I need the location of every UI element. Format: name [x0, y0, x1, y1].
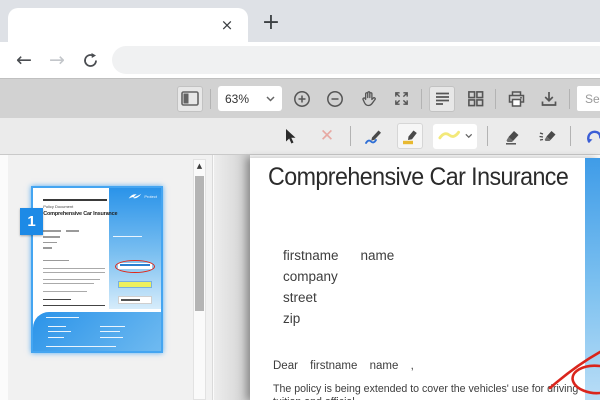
- continuous-view-button[interactable]: [429, 85, 455, 112]
- address-bar[interactable]: [112, 46, 600, 74]
- delete-annotation-icon: ✕: [319, 126, 335, 146]
- eraser-tool-icon[interactable]: [498, 123, 524, 149]
- page-thumbnail[interactable]: Protect Policy Document Comprehensive Ca…: [31, 186, 163, 353]
- chevron-down-icon: [266, 95, 275, 102]
- thumb-amount-field: [117, 296, 153, 304]
- browser-window: × + ← → 63% Search... ✕ Protect Policy D…: [0, 0, 600, 400]
- thumb-doc-label: Policy Document: [43, 204, 74, 210]
- scrollbar-thumb[interactable]: [195, 176, 204, 311]
- address-street: street: [283, 290, 317, 305]
- thumbnail-scrollbar[interactable]: ▲: [193, 159, 206, 400]
- logo-bird-icon: [129, 193, 142, 199]
- body-line1: The policy is being extended to cover th…: [273, 383, 579, 400]
- thumb-footer-band: [33, 311, 161, 351]
- red-circle-annotation: [548, 350, 600, 395]
- toolbar-divider: [210, 88, 211, 109]
- forward-icon: →: [49, 49, 65, 71]
- print-icon[interactable]: [503, 86, 529, 112]
- browser-tab[interactable]: ×: [8, 8, 248, 42]
- toolbar-divider: [421, 88, 422, 109]
- zoom-level-dropdown[interactable]: 63%: [218, 86, 282, 111]
- address-firstname: firstname: [283, 248, 339, 263]
- document-title: Comprehensive Car Insurance: [268, 163, 569, 191]
- scroll-up-icon[interactable]: ▲: [194, 162, 205, 170]
- address-name: name: [360, 248, 395, 263]
- document-page: Comprehensive Car Insurance firstname nam…: [250, 158, 600, 400]
- document-salutation: Dear firstname name ,: [273, 360, 414, 372]
- thumb-logo: Protect: [128, 192, 157, 201]
- toolbar-divider: [350, 126, 351, 146]
- grid-view-button[interactable]: [462, 86, 488, 112]
- fullscreen-icon[interactable]: [388, 86, 414, 112]
- page-number-badge: 1: [20, 208, 43, 235]
- chevron-down-icon: [464, 133, 472, 139]
- highlight-color-dropdown[interactable]: [433, 123, 477, 149]
- toolbar-divider: [569, 88, 570, 109]
- toolbar-divider: [487, 126, 488, 146]
- viewer-background: [214, 155, 250, 400]
- navigation-bar: ← →: [0, 42, 600, 78]
- zoom-out-button[interactable]: [322, 86, 348, 112]
- tab-strip: × +: [0, 0, 600, 42]
- color-swatch-squiggle: [438, 130, 461, 140]
- thumb-logo-text: Protect: [144, 194, 157, 199]
- back-icon[interactable]: ←: [10, 46, 38, 74]
- thumbnail-panel: Protect Policy Document Comprehensive Ca…: [8, 155, 213, 400]
- highlighter-tool-icon[interactable]: [397, 123, 423, 149]
- toolbar-divider: [570, 126, 571, 146]
- search-input[interactable]: [577, 86, 600, 111]
- viewer-content: Protect Policy Document Comprehensive Ca…: [0, 155, 600, 400]
- zoom-in-button[interactable]: [289, 86, 315, 112]
- thumb-blue-column: Protect: [108, 188, 161, 309]
- undo-icon[interactable]: [581, 123, 600, 149]
- reload-icon[interactable]: [76, 46, 104, 74]
- zoom-level-value: 63%: [225, 91, 250, 106]
- sidebar-toggle-button[interactable]: [177, 85, 203, 112]
- thumb-yellow-highlight: [117, 280, 153, 289]
- thumb-rule: [43, 199, 108, 202]
- toolbar-divider: [495, 88, 496, 109]
- tab-close-icon[interactable]: ×: [218, 16, 236, 34]
- select-tool-icon[interactable]: [278, 123, 304, 149]
- hand-tool-button[interactable]: [355, 86, 381, 112]
- annotation-toolbar: ✕: [0, 118, 600, 155]
- new-tab-button[interactable]: +: [258, 9, 284, 35]
- document-address-block: firstname name company street zip: [283, 245, 394, 329]
- address-zip: zip: [283, 311, 301, 326]
- viewer-toolbar: 63%: [0, 78, 600, 118]
- pen-tool-icon[interactable]: [361, 123, 387, 149]
- thumb-red-circle-annotation: [114, 259, 155, 273]
- download-icon[interactable]: [536, 86, 562, 112]
- thumb-doc-title: Comprehensive Car Insurance: [43, 210, 118, 217]
- erase-annotation-tool-icon[interactable]: [534, 123, 560, 149]
- address-company: company: [283, 269, 338, 284]
